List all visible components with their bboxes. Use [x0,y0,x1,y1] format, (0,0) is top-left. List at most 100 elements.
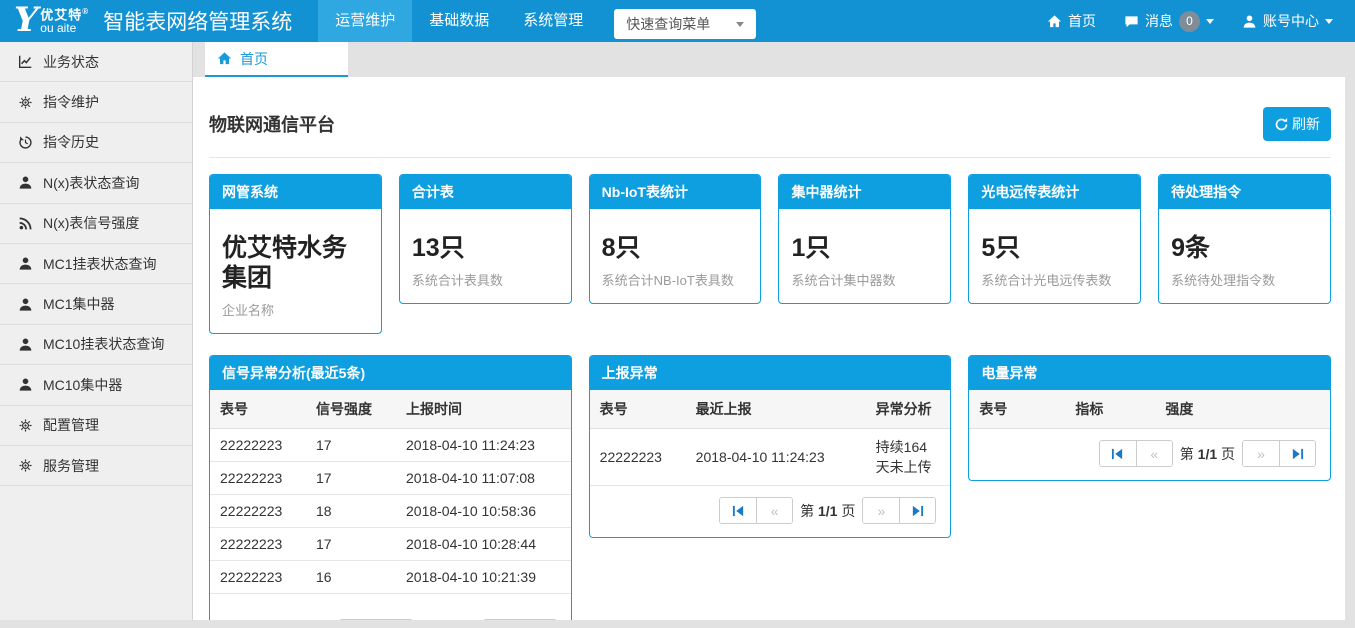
panel-title: 信号异常分析(最近5条) [210,356,571,390]
stat-card-value: 8只 [602,233,749,263]
last-page-button[interactable] [899,498,935,523]
main-content: 物联网通信平台 刷新 网管系统 优艾特水务集团 企业名称 合计表 [193,77,1345,620]
stat-card-value: 9条 [1171,233,1318,263]
sidebar-item-nx-meter-status[interactable]: N(x)表状态查询 [0,163,192,203]
stat-card-caption: 系统合计集中器数 [791,270,938,289]
home-link[interactable]: 首页 [1047,11,1096,31]
sidebar-item-command-history[interactable]: 指令历史 [0,123,192,163]
column-header: 最近上报 [686,390,866,429]
refresh-button-label: 刷新 [1292,114,1320,134]
stat-card-caption: 企业名称 [222,300,369,319]
chevron-down-icon [1325,19,1333,24]
prev-page-icon: « [1150,446,1158,462]
tab-home-label: 首页 [240,49,268,69]
panel-title: 上报异常 [590,356,951,390]
refresh-button[interactable]: 刷新 [1263,107,1331,141]
sidebar-item-business-status[interactable]: 业务状态 [0,42,192,82]
stat-card-network-system: 网管系统 优艾特水务集团 企业名称 [209,174,382,334]
logo-y-glyph: Y [14,5,38,35]
history-icon [18,135,33,150]
chevron-down-icon [736,22,744,27]
next-page-button[interactable]: » [863,498,899,523]
stat-card-value: 13只 [412,233,559,263]
quick-query-menu-label: 快速查询菜单 [626,14,710,34]
sidebar-item-command-maintenance[interactable]: 指令维护 [0,82,192,122]
sidebar: 业务状态 指令维护 指令历史 N(x)表状态查询 N(x)表信号强度 MC1挂表… [0,42,193,620]
quick-query-menu-dropdown[interactable]: 快速查询菜单 [614,9,756,39]
stat-card-header: 待处理指令 [1159,175,1330,209]
table-row[interactable]: 22222223 17 2018-04-10 11:07:08 [210,462,571,495]
first-page-button[interactable] [720,498,756,523]
report-anomaly-panel: 上报异常 表号 最近上报 异常分析 22222223 2018-04-10 11… [589,355,952,538]
pagination: « 第 1/1 页 » [969,429,1330,480]
messages-menu[interactable]: 消息 0 [1124,11,1214,32]
nav-item-operations[interactable]: 运营维护 [318,0,412,42]
column-header: 信号强度 [306,390,396,429]
first-page-icon [1111,448,1124,460]
table-row[interactable]: 22222223 16 2018-04-10 10:21:39 [210,561,571,594]
stat-card-photoelectric-meters: 光电远传表统计 5只 系统合计光电远传表数 [968,174,1141,304]
table-row[interactable]: 22222223 18 2018-04-10 10:58:36 [210,495,571,528]
stat-card-total-meters: 合计表 13只 系统合计表具数 [399,174,572,304]
header-user-area: 首页 消息 0 账号中心 [1047,11,1355,32]
stat-card-header: Nb-IoT表统计 [590,175,761,209]
sidebar-item-nx-signal-strength[interactable]: N(x)表信号强度 [0,204,192,244]
gears-icon [18,418,33,433]
user-icon [18,256,33,271]
sidebar-item-label: 配置管理 [43,415,99,435]
messages-label: 消息 [1145,11,1173,31]
home-icon [217,51,232,66]
prev-page-button[interactable]: « [1136,441,1172,466]
pager-page: 1/1 [1198,446,1217,462]
rss-icon [18,216,33,231]
last-page-button[interactable] [1279,441,1315,466]
tab-home[interactable]: 首页 [205,42,348,77]
pager-prefix: 第 [800,503,814,519]
sidebar-item-label: MC1挂表状态查询 [43,254,157,274]
gears-icon [18,458,33,473]
nav-item-system-mgmt[interactable]: 系统管理 [506,0,600,42]
app-title: 智能表网络管理系统 [103,6,292,36]
sidebar-item-mc10-concentrator[interactable]: MC10集中器 [0,365,192,405]
panel-title: 电量异常 [969,356,1330,390]
stat-card-header: 光电远传表统计 [969,175,1140,209]
column-header: 上报时间 [396,390,571,429]
page-title: 物联网通信平台 [209,111,335,137]
sidebar-item-label: MC10挂表状态查询 [43,334,164,354]
table-row[interactable]: 22222223 2018-04-10 11:24:23 持续164天未上传 [590,429,951,486]
pagination: « 第 1/1 页 » [210,608,571,620]
pager-suffix: 页 [841,503,855,519]
stat-card-header: 合计表 [400,175,571,209]
prev-page-button[interactable]: « [756,498,792,523]
power-anomaly-panel: 电量异常 表号 指标 强度 « 第 1 [968,355,1331,481]
nav-item-basic-data[interactable]: 基础数据 [412,0,506,42]
logo-en-text: ou aite [40,22,89,35]
registered-mark: ® [82,7,89,16]
gears-icon [18,95,33,110]
pager-prefix: 第 [1180,446,1194,462]
next-page-button[interactable]: » [1243,441,1279,466]
next-page-icon: » [877,503,885,519]
home-icon [1047,14,1062,29]
stat-card-nbiot-meters: Nb-IoT表统计 8只 系统合计NB-IoT表具数 [589,174,762,304]
table-row[interactable]: 22222223 17 2018-04-10 10:28:44 [210,528,571,561]
stat-card-concentrators: 集中器统计 1只 系统合计集中器数 [778,174,951,304]
sidebar-item-mc1-concentrator[interactable]: MC1集中器 [0,284,192,324]
brand-logo[interactable]: Y 优艾特® ou aite [0,5,99,38]
sidebar-item-label: N(x)表状态查询 [43,173,139,193]
chat-icon [1124,14,1139,29]
stat-card-header: 集中器统计 [779,175,950,209]
sidebar-item-mc10-meter-status[interactable]: MC10挂表状态查询 [0,325,192,365]
table-row[interactable]: 22222223 17 2018-04-10 11:24:23 [210,429,571,462]
pagination: « 第 1/1 页 » [590,486,951,537]
account-center-menu[interactable]: 账号中心 [1242,11,1333,31]
pager-page: 1/1 [818,503,837,519]
sidebar-item-service-mgmt[interactable]: 服务管理 [0,446,192,486]
refresh-icon [1274,117,1289,132]
sidebar-item-mc1-meter-status[interactable]: MC1挂表状态查询 [0,244,192,284]
user-icon [18,377,33,392]
column-header: 表号 [969,390,1065,429]
sidebar-item-config-mgmt[interactable]: 配置管理 [0,406,192,446]
first-page-button[interactable] [1100,441,1136,466]
signal-anomaly-table: 表号 信号强度 上报时间 22222223 17 2018-04-10 11:2… [210,390,571,594]
